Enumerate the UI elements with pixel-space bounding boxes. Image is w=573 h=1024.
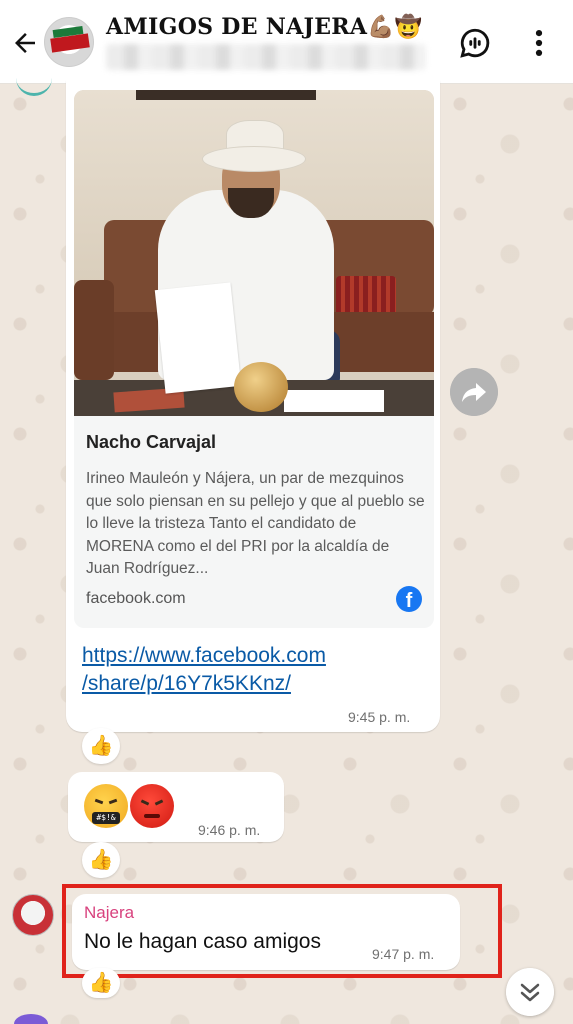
reaction-thumbs-up[interactable]: 👍 xyxy=(82,842,120,878)
chevron-double-down-icon[interactable] xyxy=(506,968,554,1016)
preview-title: Nacho Carvajal xyxy=(86,432,217,452)
group-members-blurred[interactable] xyxy=(106,44,426,70)
link-line-1[interactable]: https://www.facebook.com xyxy=(82,644,326,667)
reaction-thumbs-up[interactable]: 👍 xyxy=(82,728,120,764)
more-vertical-icon[interactable] xyxy=(522,26,556,60)
emoji-eye xyxy=(108,798,118,805)
chat-header: AMIGOS DE NAJERA💪🏽🤠 xyxy=(0,0,573,84)
preview-domain: facebook.com xyxy=(86,590,186,607)
message-link[interactable]: https://www.facebook.com /share/p/16Y7k5… xyxy=(82,642,422,698)
highlight-box xyxy=(62,884,502,978)
group-call-icon[interactable] xyxy=(458,26,492,60)
facebook-icon: f xyxy=(396,586,422,612)
arrow-left-icon[interactable] xyxy=(10,28,40,58)
cursing-face-emoji: #$!& xyxy=(84,784,128,828)
photo-hat-brim xyxy=(202,146,306,172)
emoji-mouth: #$!& xyxy=(92,812,120,824)
photo-paper xyxy=(284,390,384,412)
sender-avatar[interactable] xyxy=(12,894,54,936)
photo-frame xyxy=(136,90,316,100)
emoji-mouth xyxy=(144,814,160,818)
angry-face-emoji xyxy=(130,784,174,828)
group-title[interactable]: AMIGOS DE NAJERA💪🏽🤠 xyxy=(106,14,423,40)
forward-icon[interactable] xyxy=(450,368,498,416)
photo-egg xyxy=(234,362,288,412)
message-time: 9:45 p. m. xyxy=(348,709,411,725)
group-avatar[interactable] xyxy=(44,17,94,67)
link-line-2[interactable]: /share/p/16Y7k5KKnz/ xyxy=(82,672,291,695)
reaction-thumbs-up[interactable]: 👍 xyxy=(82,968,120,998)
emoji-eye xyxy=(140,799,150,806)
photo-paper xyxy=(154,282,242,394)
message-time: 9:46 p. m. xyxy=(198,822,261,838)
photo-sofa-arm xyxy=(74,280,114,380)
link-preview-card[interactable]: Nacho Carvajal Irineo Mauleón y Nájera, … xyxy=(74,90,434,628)
preview-image[interactable] xyxy=(74,90,434,416)
emoji-eye xyxy=(94,798,104,805)
emoji-eye xyxy=(154,799,164,806)
preview-description: Irineo Mauleón y Nájera, un par de mezqu… xyxy=(86,470,425,577)
